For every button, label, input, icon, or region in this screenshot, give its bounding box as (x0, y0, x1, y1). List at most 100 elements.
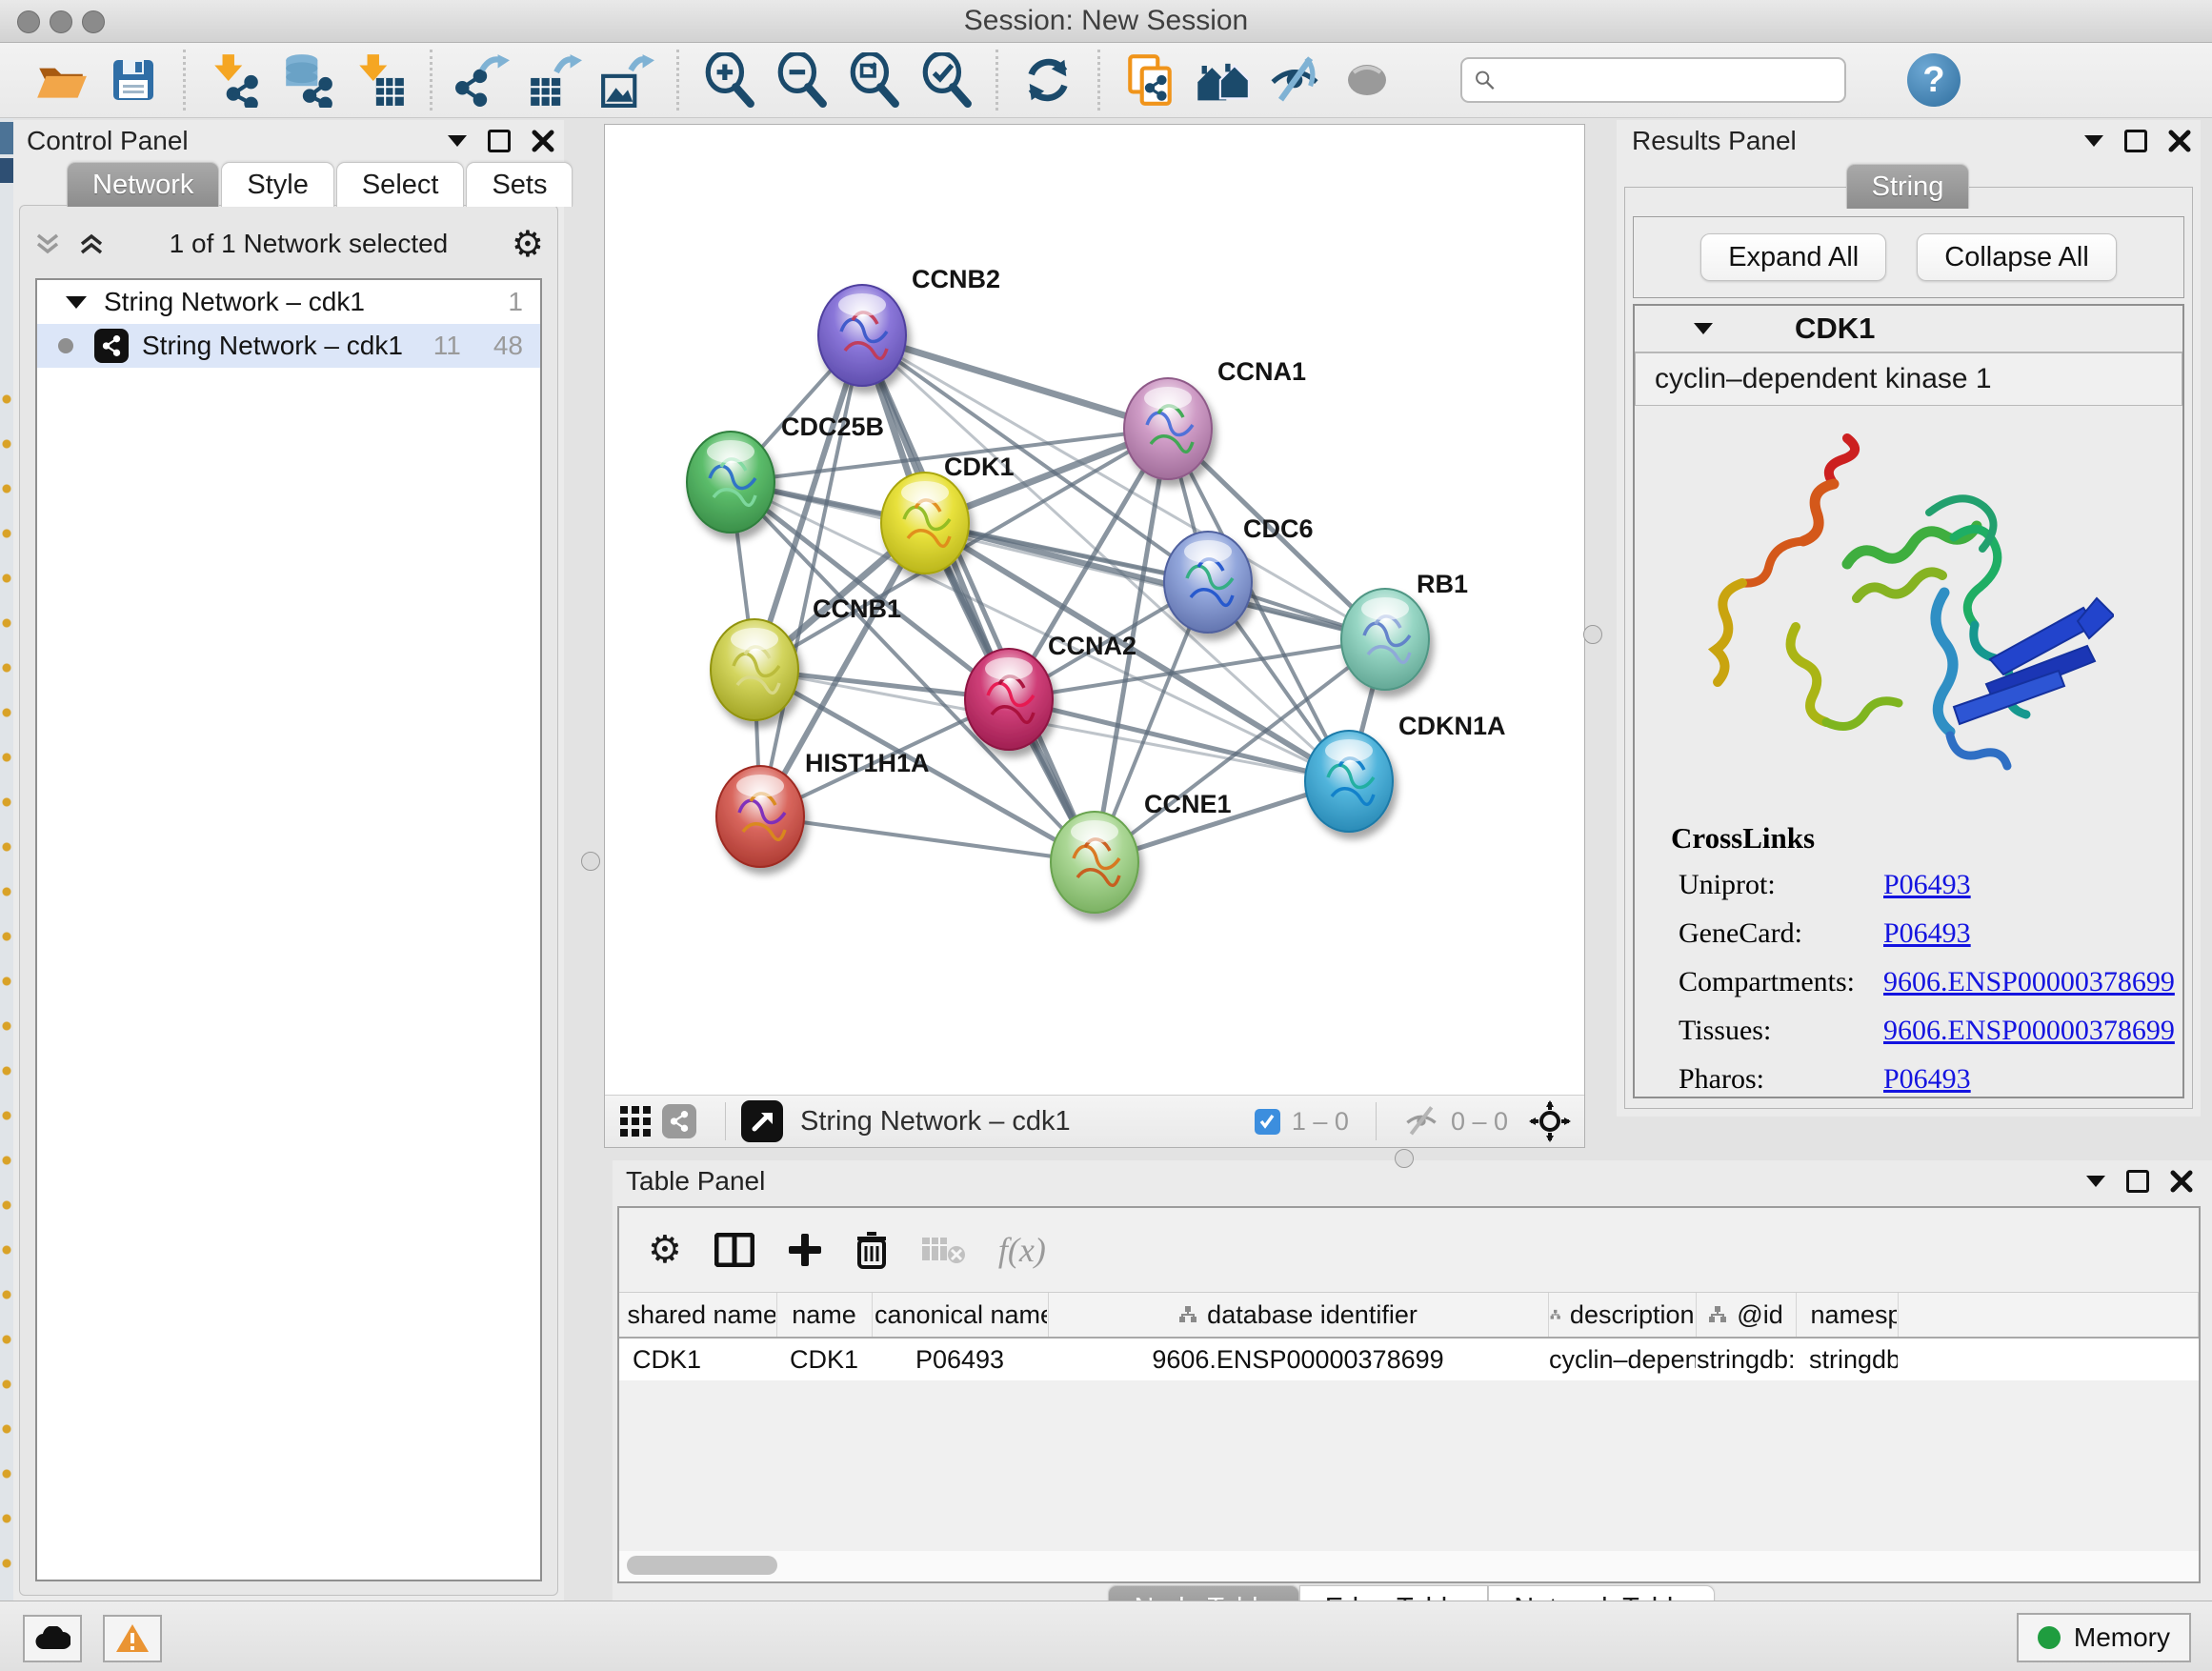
network-canvas[interactable]: CCNB2CCNA1CDC25BCDK1CDC6RB1CCNB1CCNA2CDK… (605, 125, 1584, 1095)
crosslink-compartments[interactable]: 9606.ENSP00000378699 (1883, 966, 2175, 998)
hide-graphics-button[interactable] (1265, 50, 1324, 110)
search-field[interactable] (1460, 57, 1846, 103)
warnings-button[interactable] (103, 1615, 162, 1662)
float-panel-icon[interactable] (488, 130, 511, 152)
close-panel-icon[interactable] (2170, 1170, 2193, 1193)
gear-icon[interactable]: ⚙ (512, 223, 544, 266)
network-node-cdc6[interactable] (1164, 532, 1252, 633)
crosslink-genecard[interactable]: P06493 (1883, 917, 1971, 950)
birdseye-toggle-icon[interactable] (1529, 1100, 1571, 1142)
network-node-cdk1[interactable] (881, 473, 969, 574)
network-view-title: String Network – cdk1 (800, 1106, 1071, 1137)
column-header-name[interactable]: name (776, 1293, 872, 1338)
panel-menu-icon[interactable] (448, 135, 467, 147)
column-header-namespace[interactable]: namespace (1796, 1293, 1898, 1338)
collection-expand-icon[interactable] (66, 296, 87, 309)
add-column-icon[interactable] (787, 1232, 823, 1268)
network-edge[interactable] (760, 816, 1095, 862)
zoom-in-button[interactable] (699, 50, 758, 110)
column-header-canonical-name[interactable]: canonical name (872, 1293, 1048, 1338)
import-network-file-button[interactable] (206, 50, 265, 110)
zoom-fit-button[interactable] (844, 50, 903, 110)
cell-shared-name[interactable]: CDK1 (619, 1338, 776, 1380)
tab-string[interactable]: String (1846, 164, 1970, 209)
cell-name[interactable]: CDK1 (776, 1338, 872, 1380)
network-collection-row[interactable]: String Network – cdk1 1 (37, 280, 540, 324)
save-session-button[interactable] (104, 50, 163, 110)
cloud-status-button[interactable] (23, 1615, 82, 1662)
network-node-ccnb1[interactable] (711, 619, 798, 720)
tab-network[interactable]: Network (67, 162, 219, 207)
zoom-out-button[interactable] (772, 50, 831, 110)
network-row[interactable]: String Network – cdk1 1148 (37, 324, 540, 368)
float-panel-icon[interactable] (2126, 1170, 2149, 1193)
network-node-cdkn1a[interactable] (1305, 731, 1393, 832)
export-image-button[interactable] (597, 50, 656, 110)
import-table-file-button[interactable] (351, 50, 410, 110)
network-node-ccna2[interactable] (965, 649, 1053, 750)
network-edge[interactable] (925, 523, 1385, 639)
panel-menu-icon[interactable] (2084, 135, 2103, 147)
cell-namespace[interactable]: stringdb (1796, 1338, 1898, 1380)
network-view[interactable]: CCNB2CCNA1CDC25BCDK1CDC6RB1CCNB1CCNA2CDK… (604, 124, 1585, 1148)
network-node-hist1h1a[interactable] (716, 766, 804, 867)
bottom-splitter-handle[interactable] (1395, 1149, 1414, 1168)
help-button[interactable]: ? (1907, 53, 1961, 107)
home-networks-button[interactable] (1193, 50, 1252, 110)
export-network-button[interactable] (452, 50, 512, 110)
node-table[interactable]: shared name name canonical name database… (619, 1293, 2199, 1380)
cell-id[interactable]: stringdb:9... (1696, 1338, 1796, 1380)
grid-view-icon[interactable] (618, 1104, 653, 1138)
network-node-ccne1[interactable] (1051, 812, 1138, 913)
memory-button[interactable]: Memory (2017, 1613, 2191, 1662)
copy-network-button[interactable] (1120, 50, 1179, 110)
refresh-view-button[interactable] (1018, 50, 1077, 110)
network-edge[interactable] (862, 335, 1168, 429)
table-settings-gear-icon[interactable]: ⚙ (648, 1228, 682, 1272)
expand-all-icon[interactable] (77, 230, 106, 258)
zoom-selected-button[interactable] (916, 50, 975, 110)
selected-checkbox[interactable] (1255, 1109, 1280, 1135)
expand-all-button[interactable]: Expand All (1700, 233, 1886, 281)
houses-icon (1194, 51, 1251, 109)
crosslink-uniprot[interactable]: P06493 (1883, 869, 1971, 901)
collapse-all-button[interactable]: Collapse All (1917, 233, 2117, 281)
search-input[interactable] (1503, 65, 1844, 96)
close-panel-icon[interactable] (532, 130, 554, 152)
cell-description[interactable]: cyclin–dependent ... (1548, 1338, 1696, 1380)
toolbar-separator (676, 50, 679, 111)
network-edge[interactable] (760, 335, 862, 816)
string-view-icon[interactable] (662, 1104, 696, 1138)
tab-sets[interactable]: Sets (466, 162, 573, 207)
collapse-all-icon[interactable] (33, 230, 62, 258)
crosslink-pharos[interactable]: P06493 (1883, 1063, 1971, 1096)
entry-collapse-icon[interactable] (1694, 323, 1713, 334)
show-graphics-button[interactable] (1337, 50, 1397, 110)
panel-menu-icon[interactable] (2086, 1176, 2105, 1187)
column-header-id[interactable]: @id (1696, 1293, 1796, 1338)
delete-column-icon[interactable] (855, 1231, 888, 1269)
float-panel-icon[interactable] (2124, 130, 2147, 152)
right-splitter-handle[interactable] (1583, 625, 1602, 644)
cell-database-identifier[interactable]: 9606.ENSP00000378699 (1048, 1338, 1548, 1380)
table-row[interactable]: CDK1 CDK1 P06493 9606.ENSP00000378699 cy… (619, 1338, 2199, 1380)
detach-view-button[interactable] (741, 1100, 783, 1142)
network-node-cdc25b[interactable] (687, 432, 774, 533)
left-splitter-handle[interactable] (581, 852, 600, 871)
network-node-rb1[interactable] (1341, 589, 1429, 690)
show-columns-icon[interactable] (714, 1233, 754, 1267)
open-session-button[interactable] (31, 50, 90, 110)
cell-canonical-name[interactable]: P06493 (872, 1338, 1048, 1380)
table-toolbar: ⚙ f(x) (619, 1208, 2199, 1293)
crosslink-tissues[interactable]: 9606.ENSP00000378699 (1883, 1015, 2175, 1047)
import-network-database-button[interactable] (278, 50, 337, 110)
column-header-database-identifier[interactable]: database identifier (1048, 1293, 1548, 1338)
column-header-shared-name[interactable]: shared name (619, 1293, 776, 1338)
network-node-ccna1[interactable] (1124, 378, 1212, 479)
tab-select[interactable]: Select (336, 162, 465, 207)
export-table-button[interactable] (525, 50, 584, 110)
column-header-description[interactable]: description (1548, 1293, 1696, 1338)
network-node-ccnb2[interactable] (818, 285, 906, 386)
close-panel-icon[interactable] (2168, 130, 2191, 152)
tab-style[interactable]: Style (221, 162, 333, 207)
